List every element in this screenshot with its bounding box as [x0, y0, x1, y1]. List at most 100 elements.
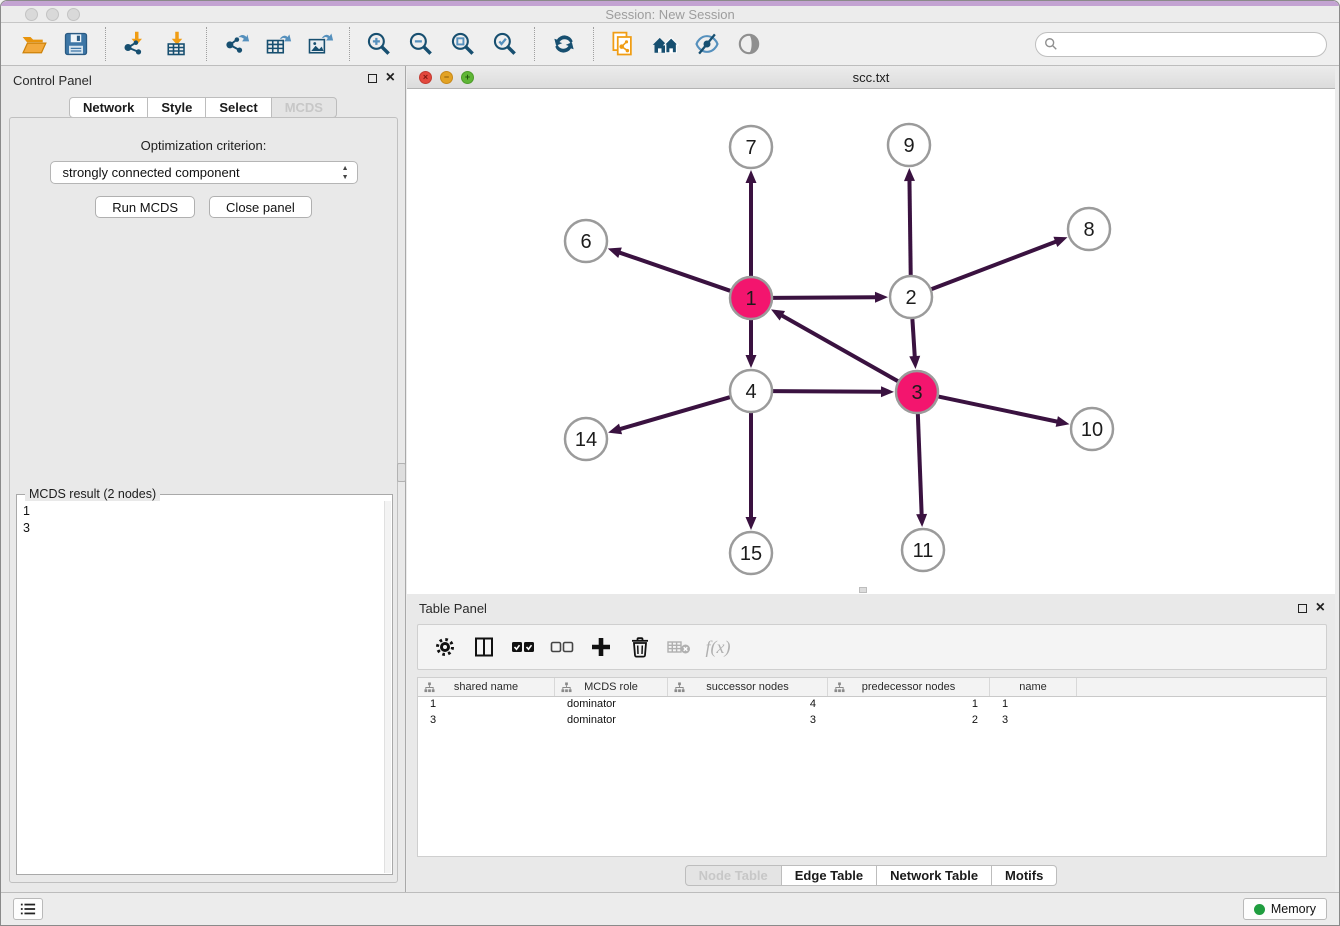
table-cell[interactable]: 2 — [828, 713, 990, 729]
zoom-selected-icon[interactable] — [490, 29, 520, 59]
float-table-panel-icon[interactable] — [1298, 604, 1307, 613]
table-tab-node-table[interactable]: Node Table — [685, 865, 782, 886]
column-header-predecessor-nodes[interactable]: predecessor nodes — [828, 678, 990, 696]
export-network-icon[interactable] — [221, 29, 251, 59]
tab-mcds[interactable]: MCDS — [272, 97, 337, 118]
edge-4-3[interactable] — [773, 391, 882, 392]
table-cell[interactable]: 1 — [990, 697, 1077, 713]
delete-row-icon[interactable] — [623, 632, 657, 662]
hide-graphics-details-icon[interactable] — [692, 29, 722, 59]
node-label-14: 14 — [575, 429, 597, 451]
edge-2-9[interactable] — [909, 180, 910, 275]
table-cell[interactable]: 3 — [990, 713, 1077, 729]
result-scrollbar[interactable] — [384, 501, 391, 873]
table-cell[interactable]: 3 — [418, 713, 555, 729]
table-tab-motifs[interactable]: Motifs — [992, 865, 1057, 886]
table-row[interactable]: 1dominator411 — [418, 697, 1326, 713]
panel-splitter-grip[interactable] — [397, 463, 406, 482]
network-canvas[interactable]: 7968124314101511 — [407, 89, 1335, 594]
node-table: shared name MCDS role successor nodesprede… — [417, 677, 1327, 857]
optimization-criterion-select[interactable]: strongly connected component ▲▼ — [50, 161, 358, 184]
unselect-all-columns-icon[interactable] — [545, 632, 579, 662]
table-body: 1dominator4113dominator323 — [418, 697, 1326, 729]
column-header-name[interactable]: name — [990, 678, 1077, 696]
attribute-icon — [834, 682, 845, 693]
edge-1-6[interactable] — [619, 252, 730, 290]
control-panel-title: Control Panel — [13, 73, 92, 88]
edge-1-2[interactable] — [773, 297, 876, 298]
column-header-successor-nodes[interactable]: successor nodes — [668, 678, 828, 696]
node-label-9: 9 — [903, 135, 914, 157]
node-label-2: 2 — [905, 287, 916, 309]
zoom-fit-icon[interactable] — [448, 29, 478, 59]
select-all-columns-icon[interactable] — [506, 632, 540, 662]
mcds-tab-content: Optimization criterion: strongly connect… — [9, 117, 398, 883]
edge-arrowhead — [916, 514, 927, 527]
tab-style[interactable]: Style — [148, 97, 206, 118]
network-window-title: scc.txt — [407, 70, 1335, 85]
window-title: Session: New Session — [1, 7, 1339, 22]
node-label-4: 4 — [745, 381, 756, 403]
toolbar-separator — [105, 27, 106, 61]
table-tab-network-table[interactable]: Network Table — [877, 865, 992, 886]
edge-2-3[interactable] — [912, 319, 914, 357]
apply-function-icon[interactable]: f(x) — [701, 632, 735, 662]
save-session-icon[interactable] — [61, 29, 91, 59]
show-graphics-details-icon[interactable] — [734, 29, 764, 59]
export-table-icon[interactable] — [263, 29, 293, 59]
close-table-panel-icon[interactable]: × — [1316, 603, 1325, 613]
tab-select[interactable]: Select — [206, 97, 271, 118]
memory-button[interactable]: Memory — [1243, 898, 1327, 920]
copy-network-icon[interactable] — [608, 29, 638, 59]
close-panel-icon[interactable]: × — [386, 73, 395, 83]
column-header-shared-name[interactable]: shared name — [418, 678, 555, 696]
edge-3-11[interactable] — [918, 414, 922, 515]
import-table-icon[interactable] — [162, 29, 192, 59]
search-input-box[interactable] — [1035, 32, 1327, 57]
zoom-out-icon[interactable] — [406, 29, 436, 59]
open-file-icon[interactable] — [19, 29, 49, 59]
table-cell[interactable]: 1 — [828, 697, 990, 713]
edge-3-1[interactable] — [781, 315, 897, 381]
edge-arrowhead — [1056, 416, 1070, 427]
home-views-icon[interactable] — [650, 29, 680, 59]
run-mcds-button[interactable]: Run MCDS — [95, 196, 195, 218]
apply-layout-icon[interactable] — [549, 29, 579, 59]
select-stepper-icon: ▲▼ — [342, 164, 349, 182]
delete-table-icon[interactable] — [662, 632, 696, 662]
close-panel-button[interactable]: Close panel — [209, 196, 312, 218]
application-window: Session: New Session — [0, 0, 1340, 926]
mcds-result-textarea[interactable]: 1 3 — [18, 501, 384, 873]
control-panel-header: Control Panel × — [1, 66, 405, 92]
node-label-11: 11 — [913, 540, 934, 562]
mcds-result-title: MCDS result (2 nodes) — [25, 487, 160, 501]
edge-4-14[interactable] — [620, 397, 730, 429]
table-options-icon[interactable] — [428, 632, 462, 662]
task-history-button[interactable] — [13, 898, 43, 920]
table-cell[interactable]: dominator — [555, 713, 668, 729]
edge-3-10[interactable] — [939, 397, 1058, 422]
float-panel-icon[interactable] — [368, 74, 377, 83]
table-cell[interactable]: dominator — [555, 697, 668, 713]
table-tab-edge-table[interactable]: Edge Table — [782, 865, 877, 886]
edge-2-8[interactable] — [932, 241, 1057, 289]
search-input[interactable] — [1058, 37, 1308, 51]
tab-network[interactable]: Network — [69, 97, 148, 118]
table-cell[interactable]: 1 — [418, 697, 555, 713]
column-header-MCDS-role[interactable]: MCDS role — [555, 678, 668, 696]
network-view-window: × − + scc.txt 7968124314101511 — [407, 66, 1335, 594]
show-columns-icon[interactable] — [467, 632, 501, 662]
table-cell[interactable]: 3 — [668, 713, 828, 729]
attribute-icon — [561, 682, 572, 693]
column-header-label: MCDS role — [584, 681, 638, 693]
status-bar: Memory — [1, 892, 1339, 925]
table-cell[interactable]: 4 — [668, 697, 828, 713]
network-window-titlebar: × − + scc.txt — [407, 66, 1335, 89]
node-label-7: 7 — [745, 137, 756, 159]
import-network-icon[interactable] — [120, 29, 150, 59]
table-row[interactable]: 3dominator323 — [418, 713, 1326, 729]
add-row-icon[interactable] — [584, 632, 618, 662]
canvas-splitter-grip[interactable] — [859, 587, 867, 593]
zoom-in-icon[interactable] — [364, 29, 394, 59]
export-image-icon[interactable] — [305, 29, 335, 59]
